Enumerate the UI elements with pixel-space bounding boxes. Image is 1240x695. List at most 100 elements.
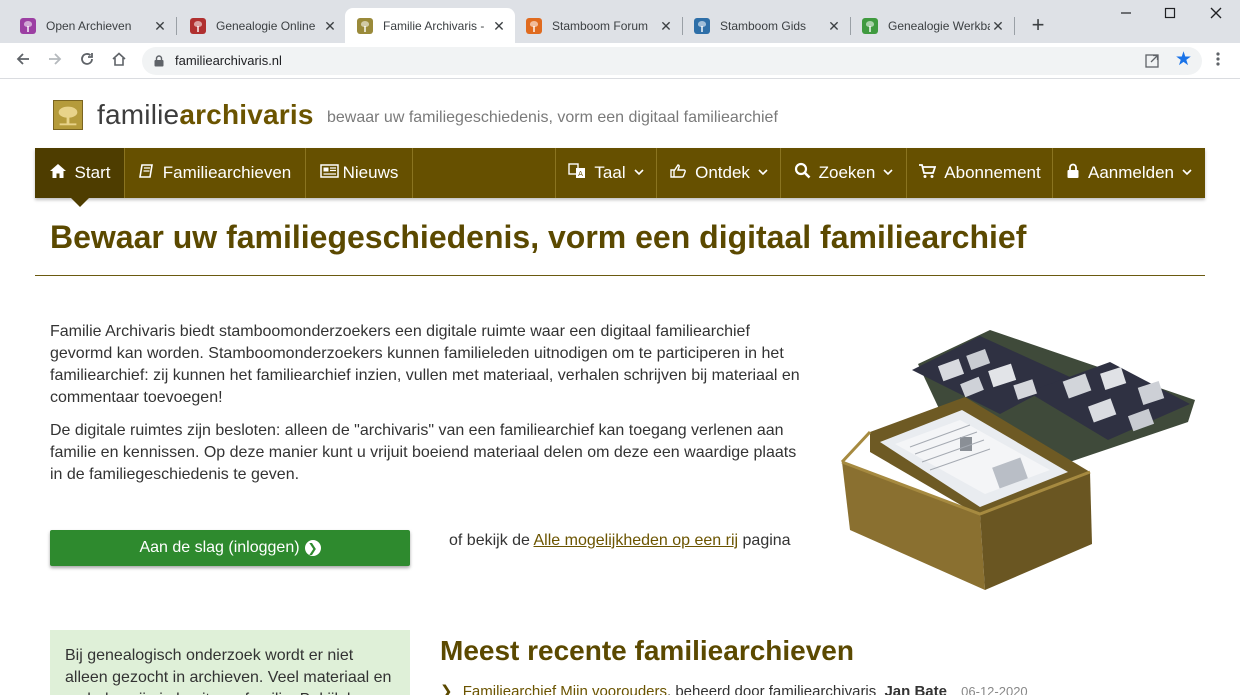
translate-icon: A — [568, 162, 586, 184]
url-text[interactable]: familiearchivaris.nl — [175, 53, 282, 68]
tab-title: Open Archieven — [46, 18, 132, 33]
open-in-app-icon[interactable] — [1144, 53, 1160, 69]
title-divider — [35, 275, 1205, 276]
main-navigation: Start Familiearchieven Nieuws A Taal Ont… — [35, 148, 1205, 207]
nav-zoeken-dropdown[interactable]: Zoeken — [781, 148, 906, 198]
all-features-link[interactable]: Alle mogelijkheden op een rij — [534, 532, 739, 549]
photo-album-box-image — [840, 330, 1195, 590]
chevron-right-icon: ❯ — [440, 683, 453, 695]
nav-aanmelden-label: Aanmelden — [1087, 163, 1174, 182]
recent-archives-heading: Meest recente familiearchieven — [440, 635, 854, 666]
kebab-menu-icon — [1216, 52, 1220, 66]
tab-title: Stamboom Forum — [552, 18, 649, 33]
browser-tab-open-archieven[interactable]: Open Archieven ✕ — [0, 8, 177, 43]
browser-menu-button[interactable] — [1208, 49, 1228, 73]
genealogie-online-favicon-icon — [190, 17, 206, 34]
recent-archive-owner: Jan Bate — [884, 683, 947, 695]
home-icon — [49, 163, 67, 184]
reload-icon — [81, 53, 93, 65]
nav-start[interactable]: Start — [35, 148, 124, 207]
genealogie-werkbalk-favicon-icon — [862, 17, 878, 34]
recent-archive-date: 06-12-2020 — [961, 684, 1028, 695]
lock-icon — [154, 55, 164, 67]
reload-button[interactable] — [75, 49, 99, 73]
recent-archive-link[interactable]: Familiearchief Mijn voorouders — [463, 683, 667, 695]
minimize-window-button[interactable] — [1114, 5, 1138, 25]
book-icon — [138, 163, 155, 184]
back-button[interactable] — [11, 49, 35, 73]
browser-tab-genealogie-online[interactable]: Genealogie Online ✕ — [170, 8, 346, 43]
recent-archive-owner-text: , beheerd door familiearchivaris — [667, 683, 877, 695]
chevron-circle-right-icon: ❯ — [304, 540, 321, 556]
close-window-button[interactable] — [1204, 5, 1228, 25]
nav-ontdek-label: Ontdek — [695, 163, 750, 182]
nav-taal-dropdown[interactable]: A Taal — [556, 148, 656, 198]
chevron-down-icon — [634, 167, 644, 179]
arrow-left-icon — [16, 53, 29, 65]
search-icon — [794, 162, 811, 184]
shopping-cart-icon — [918, 163, 937, 184]
browser-tab-stamboom-forum[interactable]: Stamboom Forum ✕ — [506, 8, 683, 43]
intro-paragraph: Familie Archivaris biedt stamboomonderzo… — [50, 323, 800, 406]
nav-ontdek-dropdown[interactable]: Ontdek — [657, 148, 780, 198]
all-features-suffix: pagina — [742, 532, 791, 549]
tab-title: Genealogie Werkba — [888, 18, 990, 33]
forward-button[interactable] — [43, 49, 67, 73]
browser-tab-familie-archivaris[interactable]: Familie Archivaris - ✕ — [345, 8, 515, 43]
tab-title: Familie Archivaris - — [383, 18, 485, 33]
chevron-down-icon — [758, 167, 768, 179]
familie-archivaris-favicon-icon — [357, 17, 373, 34]
bookmark-star-icon[interactable]: ★ — [1175, 49, 1192, 71]
intro-paragraph: De digitale ruimtes zijn besloten: allee… — [50, 422, 797, 483]
browser-tab-genealogie-werkbalk[interactable]: Genealogie Werkba ✕ — [842, 8, 1015, 43]
nav-familiearchieven-label: Familiearchieven — [162, 163, 292, 182]
nav-taal-label: Taal — [594, 163, 626, 182]
tree-logo-icon — [53, 100, 83, 130]
open-archieven-favicon-icon — [20, 17, 36, 34]
svg-text:A: A — [579, 170, 584, 178]
nav-familiearchieven[interactable]: Familiearchieven — [125, 148, 305, 198]
close-tab-icon[interactable]: ✕ — [322, 18, 338, 34]
nav-nieuws-label: Nieuws — [342, 163, 399, 182]
nav-start-label: Start — [74, 163, 111, 182]
tab-title: Genealogie Online — [216, 18, 316, 33]
close-tab-icon[interactable]: ✕ — [658, 18, 674, 34]
close-window-icon — [1210, 7, 1222, 19]
web-page: familiearchivaris bewaar uw familiegesch… — [0, 80, 1240, 695]
login-cta-button[interactable]: Aan de slag (inloggen) ❯ — [50, 530, 410, 566]
nav-aanmelden-dropdown[interactable]: Aanmelden — [1053, 148, 1205, 198]
address-bar[interactable]: familiearchivaris.nl ★ — [142, 47, 1202, 75]
site-logo[interactable]: familiearchivaris — [53, 99, 314, 131]
browser-tab-strip: Open Archieven ✕ Genealogie Online ✕ Fam… — [0, 0, 1240, 43]
stamboom-gids-favicon-icon — [694, 17, 710, 34]
maximize-window-button[interactable] — [1158, 5, 1182, 25]
all-features-prefix: of bekijk de — [449, 532, 530, 549]
page-title: Bewaar uw familiegeschiedenis, vorm een … — [50, 219, 1027, 255]
info-callout: Bij genealogisch onderzoek wordt er niet… — [50, 630, 410, 695]
site-tagline: bewaar uw familiegeschiedenis, vorm een … — [327, 109, 778, 126]
brand-name: familiearchivaris — [97, 99, 314, 131]
close-tab-icon[interactable]: ✕ — [826, 18, 842, 34]
nav-abonnement[interactable]: Abonnement — [907, 148, 1052, 198]
all-features-line: of bekijk de Alle mogelijkheden op een r… — [449, 532, 791, 550]
newspaper-icon — [319, 163, 339, 184]
home-button[interactable] — [107, 49, 131, 73]
brand-name-bold: archivaris — [179, 99, 314, 130]
brand-name-light: familie — [97, 99, 180, 130]
nav-divider — [412, 148, 413, 198]
browser-tab-stamboom-gids[interactable]: Stamboom Gids ✕ — [674, 8, 851, 43]
tab-separator — [1014, 17, 1015, 35]
login-cta-label: Aan de slag (inloggen) — [139, 539, 300, 556]
close-tab-icon[interactable]: ✕ — [990, 18, 1006, 34]
nav-nieuws[interactable]: Nieuws — [306, 148, 411, 198]
hand-pointer-icon — [669, 163, 687, 184]
close-tab-icon[interactable]: ✕ — [491, 18, 507, 34]
nav-zoeken-label: Zoeken — [818, 163, 876, 182]
chevron-down-icon — [1182, 167, 1192, 179]
arrow-right-icon — [49, 53, 62, 65]
intro-text: Familie Archivaris biedt stamboomonderzo… — [50, 321, 810, 497]
stamboom-forum-favicon-icon — [526, 17, 542, 34]
new-tab-button[interactable]: + — [1026, 14, 1050, 38]
recent-archive-item: ❯ Familiearchief Mijn voorouders, beheer… — [440, 682, 1028, 695]
close-tab-icon[interactable]: ✕ — [152, 18, 168, 34]
